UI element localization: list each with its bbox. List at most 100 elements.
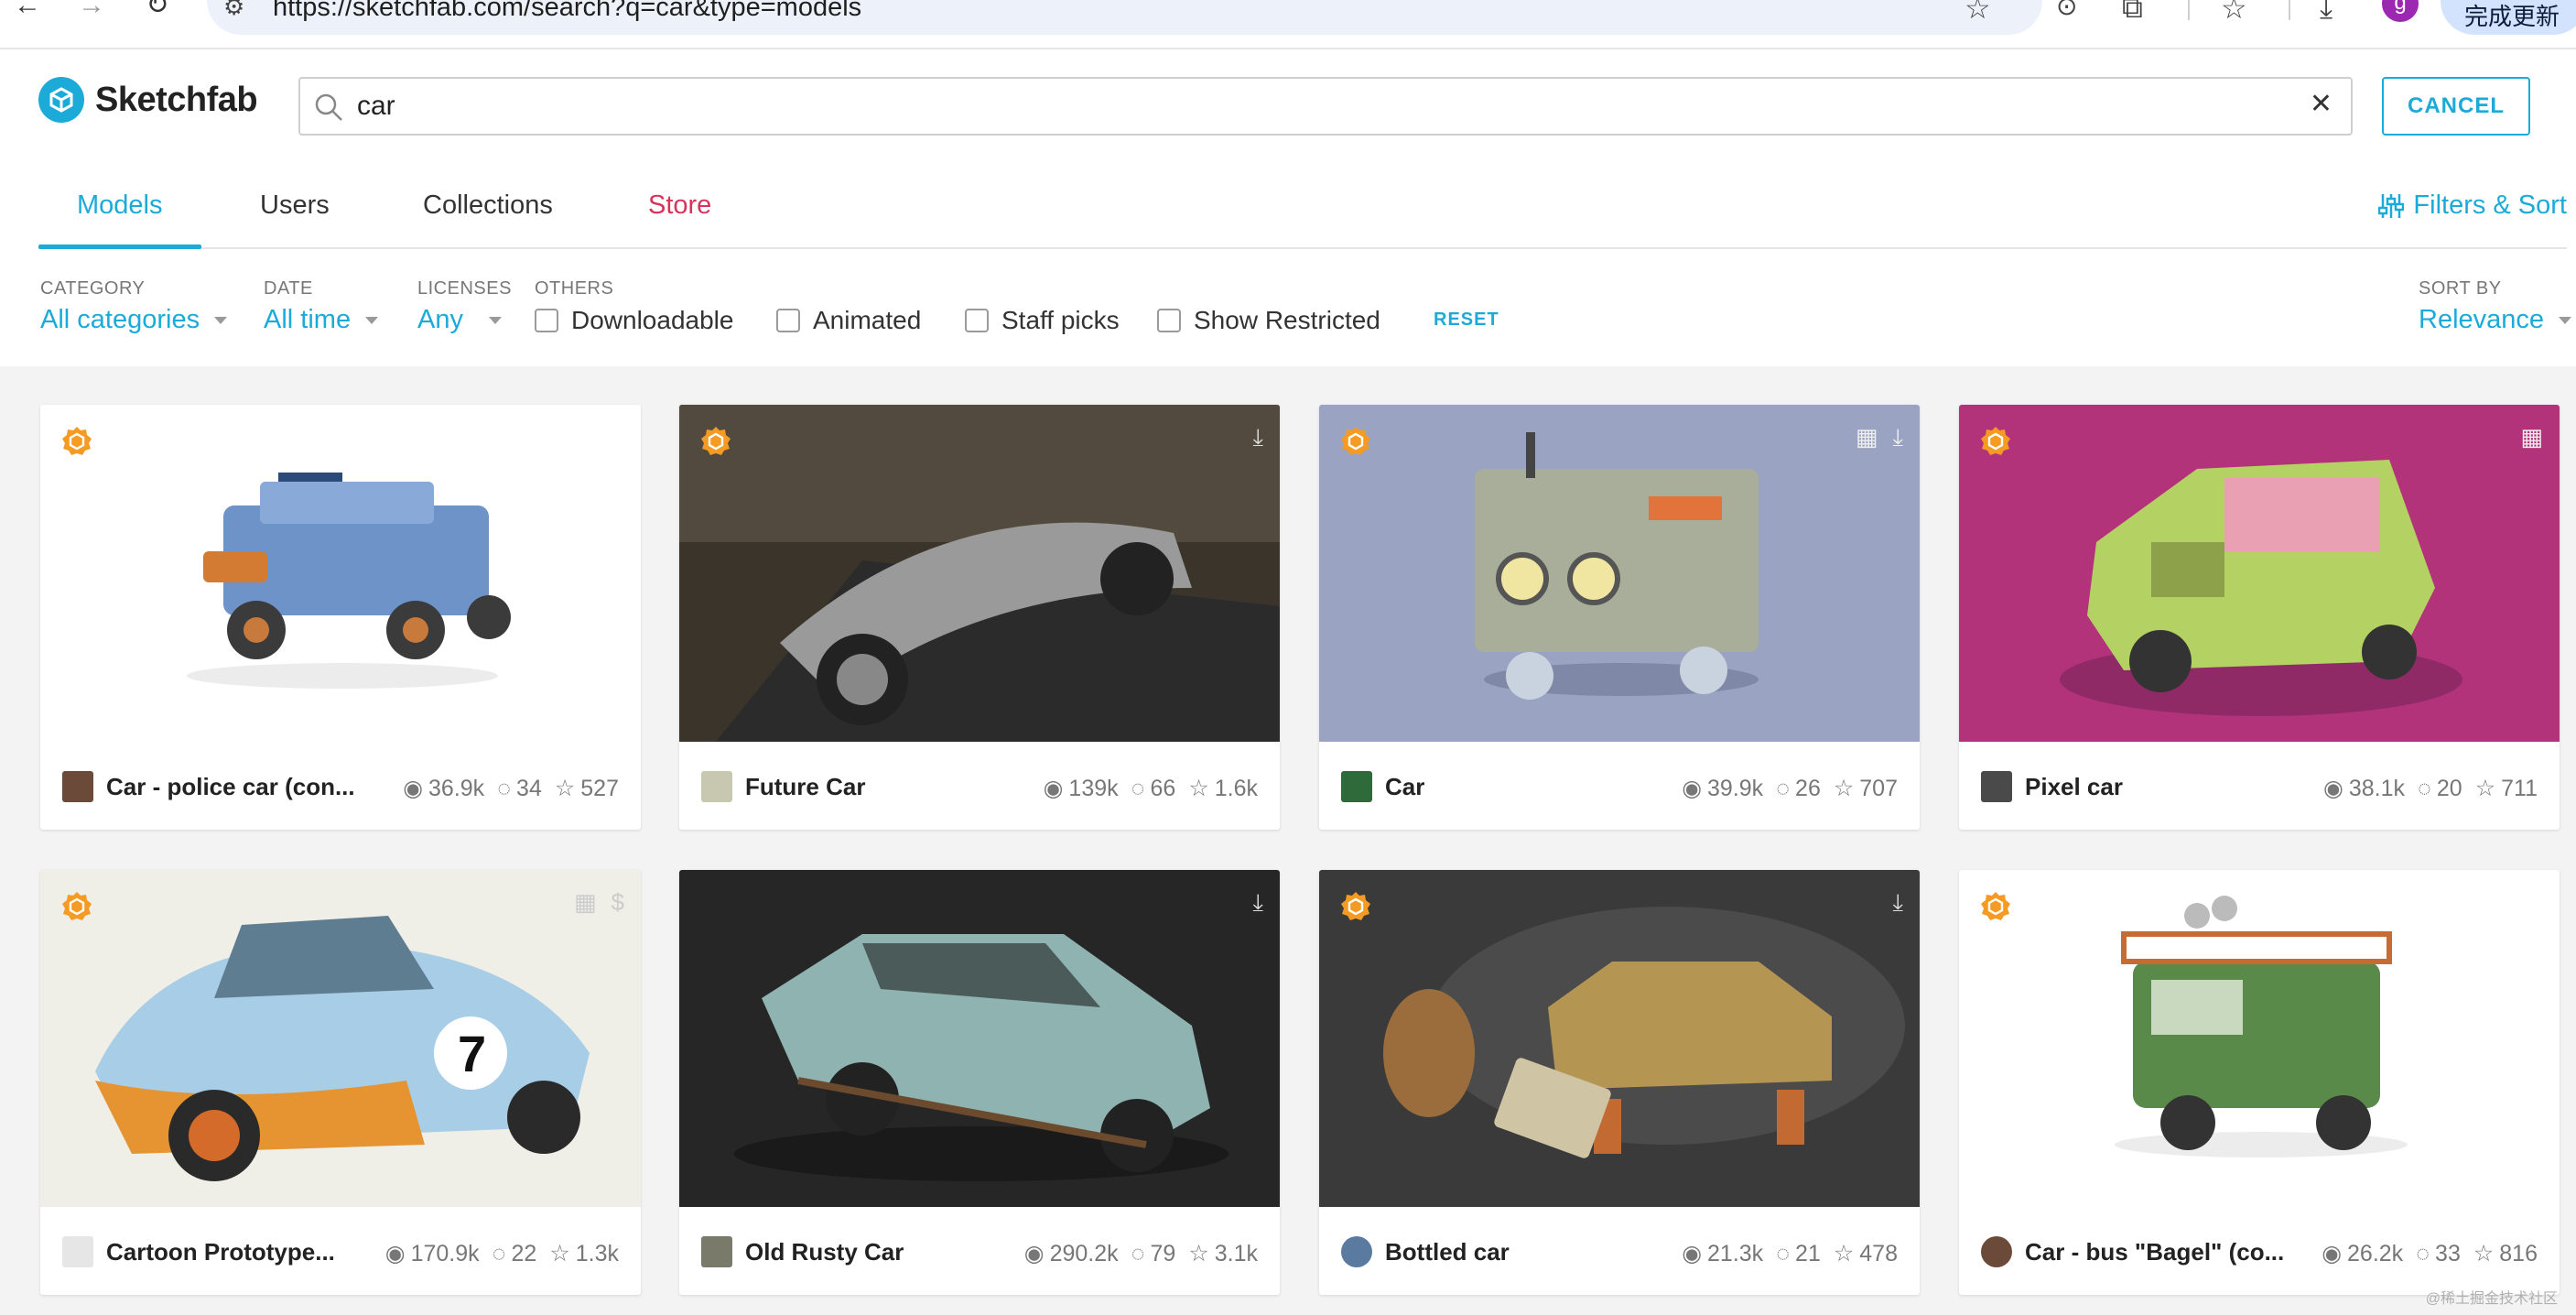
model-title[interactable]: Cartoon Prototype... xyxy=(106,1238,335,1266)
author-avatar[interactable] xyxy=(701,1236,732,1267)
filters-sort-button[interactable]: Filters & Sort xyxy=(2378,190,2567,221)
model-thumbnail[interactable] xyxy=(679,405,1280,742)
forward-icon[interactable]: → xyxy=(73,0,110,24)
star-icon[interactable]: ☆ xyxy=(549,1240,569,1267)
tab-collections[interactable]: Collections xyxy=(423,190,553,221)
search-box[interactable]: ✕ xyxy=(298,77,2353,136)
comment-count: 26 xyxy=(1795,775,1821,801)
checkbox[interactable] xyxy=(965,309,989,332)
divider xyxy=(2188,0,2190,20)
model-card[interactable]: Car - bus "Bagel" (co... ◉ 26.2k ◌ 33 ☆ 816 xyxy=(1959,870,2560,1295)
model-card[interactable]: ⤓ Old Rusty Car ◉ 290.2k ◌ 79 ☆ 3.1k xyxy=(679,870,1280,1295)
star-icon[interactable]: ☆ xyxy=(1834,775,1854,802)
model-meta: Bottled car ◉ 21.3k ◌ 21 ☆ 478 xyxy=(1319,1207,1920,1295)
author-avatar[interactable] xyxy=(62,1236,93,1267)
model-thumbnail[interactable] xyxy=(1959,405,2560,742)
download-icon[interactable]: ⤓ xyxy=(1893,888,1904,918)
download-icon[interactable]: ⤓ xyxy=(1893,423,1904,452)
model-title[interactable]: Old Rusty Car xyxy=(745,1238,904,1266)
show-restricted-checkbox[interactable]: Show Restricted xyxy=(1157,306,1380,335)
star-icon[interactable]: ☆ xyxy=(1188,775,1208,802)
model-card[interactable]: ▦ ⤓ Car ◉ 39.9k ◌ 26 ☆ 707 xyxy=(1319,405,1920,830)
bookmark-star-icon[interactable]: ☆ xyxy=(1964,0,1991,26)
author-avatar[interactable] xyxy=(1341,1236,1372,1267)
update-button[interactable]: 完成更新 xyxy=(2441,0,2576,35)
date-filter[interactable]: DATE All time xyxy=(264,278,379,335)
star-icon[interactable]: ☆ xyxy=(1188,1240,1208,1267)
puzzle-icon[interactable]: ⧉ xyxy=(2122,0,2143,26)
back-icon[interactable]: ← xyxy=(9,0,46,24)
comment-count: 34 xyxy=(516,775,542,801)
staff-pick-badge-icon xyxy=(1341,892,1370,920)
model-thumbnail[interactable] xyxy=(40,405,641,742)
extension-icon[interactable]: ⊙ xyxy=(2056,0,2077,21)
url-text[interactable]: https://sketchfab.com/search?q=car&type=… xyxy=(273,0,861,23)
view-count: 26.2k xyxy=(2347,1240,2404,1266)
star-icon[interactable]: ☆ xyxy=(555,775,575,802)
author-avatar[interactable] xyxy=(1981,771,2012,802)
comment-icon: ◌ xyxy=(497,775,512,801)
checkbox[interactable] xyxy=(1157,309,1181,332)
licenses-label: LICENSES xyxy=(417,278,512,299)
future-car-image xyxy=(679,405,1280,742)
download-icon[interactable]: ⤓ xyxy=(2320,0,2332,26)
model-meta: Cartoon Prototype... ◉ 170.9k ◌ 22 ☆ 1.3k xyxy=(40,1207,641,1295)
model-thumbnail[interactable] xyxy=(1319,405,1920,742)
model-title[interactable]: Car xyxy=(1385,773,1424,801)
model-thumbnail[interactable] xyxy=(679,870,1280,1207)
model-thumbnail[interactable]: 7 xyxy=(40,870,641,1207)
tab-store[interactable]: Store xyxy=(648,190,711,221)
model-thumbnail[interactable] xyxy=(1959,870,2560,1207)
model-title[interactable]: Future Car xyxy=(745,773,865,801)
model-card[interactable]: Car - police car (con... ◉ 36.9k ◌ 34 ☆ 527 xyxy=(40,405,641,830)
chevron-down-icon xyxy=(2559,316,2572,324)
sort-by-dropdown[interactable]: SORT BY Relevance xyxy=(2419,278,2572,335)
staff-picks-checkbox[interactable]: Staff picks xyxy=(965,306,1120,335)
watermark: @稀土掘金技术社区 xyxy=(2425,1291,2558,1307)
reset-button[interactable]: RESET xyxy=(1434,310,1499,331)
model-title[interactable]: Bottled car xyxy=(1385,1238,1510,1266)
model-title[interactable]: Car - police car (con... xyxy=(106,773,355,801)
model-title[interactable]: Pixel car xyxy=(2025,773,2123,801)
model-thumbnail[interactable] xyxy=(1319,870,1920,1207)
film-icon: ▦ xyxy=(2520,423,2543,451)
checkbox[interactable] xyxy=(535,309,558,332)
bookmarks-icon[interactable]: ☆ xyxy=(2221,0,2247,26)
police-car-image xyxy=(40,405,641,742)
profile-avatar[interactable]: g xyxy=(2382,0,2419,22)
star-icon[interactable]: ☆ xyxy=(2473,1240,2494,1267)
tab-users[interactable]: Users xyxy=(260,190,330,221)
search-input[interactable] xyxy=(357,84,2279,128)
star-icon[interactable]: ☆ xyxy=(1834,1240,1854,1267)
category-filter[interactable]: CATEGORY All categories xyxy=(40,278,228,335)
tab-models[interactable]: Models xyxy=(77,190,163,221)
comment-count: 79 xyxy=(1150,1240,1176,1266)
comment-count: 22 xyxy=(511,1240,537,1266)
model-card[interactable]: ⤓ Bottled car ◉ 21.3k ◌ 21 ☆ 478 xyxy=(1319,870,1920,1295)
like-count: 527 xyxy=(580,775,619,801)
site-info-icon[interactable]: ⚙ xyxy=(223,0,244,21)
downloadable-checkbox[interactable]: Downloadable xyxy=(535,306,733,335)
licenses-filter[interactable]: LICENSES Any xyxy=(417,278,512,335)
download-icon[interactable]: ⤓ xyxy=(1253,423,1264,452)
checkbox[interactable] xyxy=(776,309,800,332)
cancel-button[interactable]: CANCEL xyxy=(2382,77,2530,136)
author-avatar[interactable] xyxy=(1981,1236,2012,1267)
sketchfab-logo[interactable]: Sketchfab xyxy=(38,77,258,123)
clear-search-icon[interactable]: ✕ xyxy=(2310,88,2332,120)
download-icon[interactable]: ⤓ xyxy=(1253,888,1264,918)
star-icon[interactable]: ☆ xyxy=(2475,775,2495,802)
model-card[interactable]: 7 ▦ $ Cartoon Prototype... ◉ 170.9k ◌ 22 ☆ 1… xyxy=(40,870,641,1295)
animated-checkbox[interactable]: Animated xyxy=(776,306,921,335)
comment-count: 66 xyxy=(1150,775,1176,801)
staff-pick-badge-icon xyxy=(62,427,92,455)
comment-icon: ◌ xyxy=(1776,1240,1791,1266)
author-avatar[interactable] xyxy=(62,771,93,802)
reload-icon[interactable]: ↻ xyxy=(139,0,176,24)
author-avatar[interactable] xyxy=(701,771,732,802)
model-card[interactable]: ▦ Pixel car ◉ 38.1k ◌ 20 ☆ 711 xyxy=(1959,405,2560,830)
model-title[interactable]: Car - bus "Bagel" (co... xyxy=(2025,1238,2284,1266)
model-card[interactable]: ⤓ Future Car ◉ 139k ◌ 66 ☆ 1.6k xyxy=(679,405,1280,830)
author-avatar[interactable] xyxy=(1341,771,1372,802)
model-meta: Pixel car ◉ 38.1k ◌ 20 ☆ 711 xyxy=(1959,742,2560,830)
